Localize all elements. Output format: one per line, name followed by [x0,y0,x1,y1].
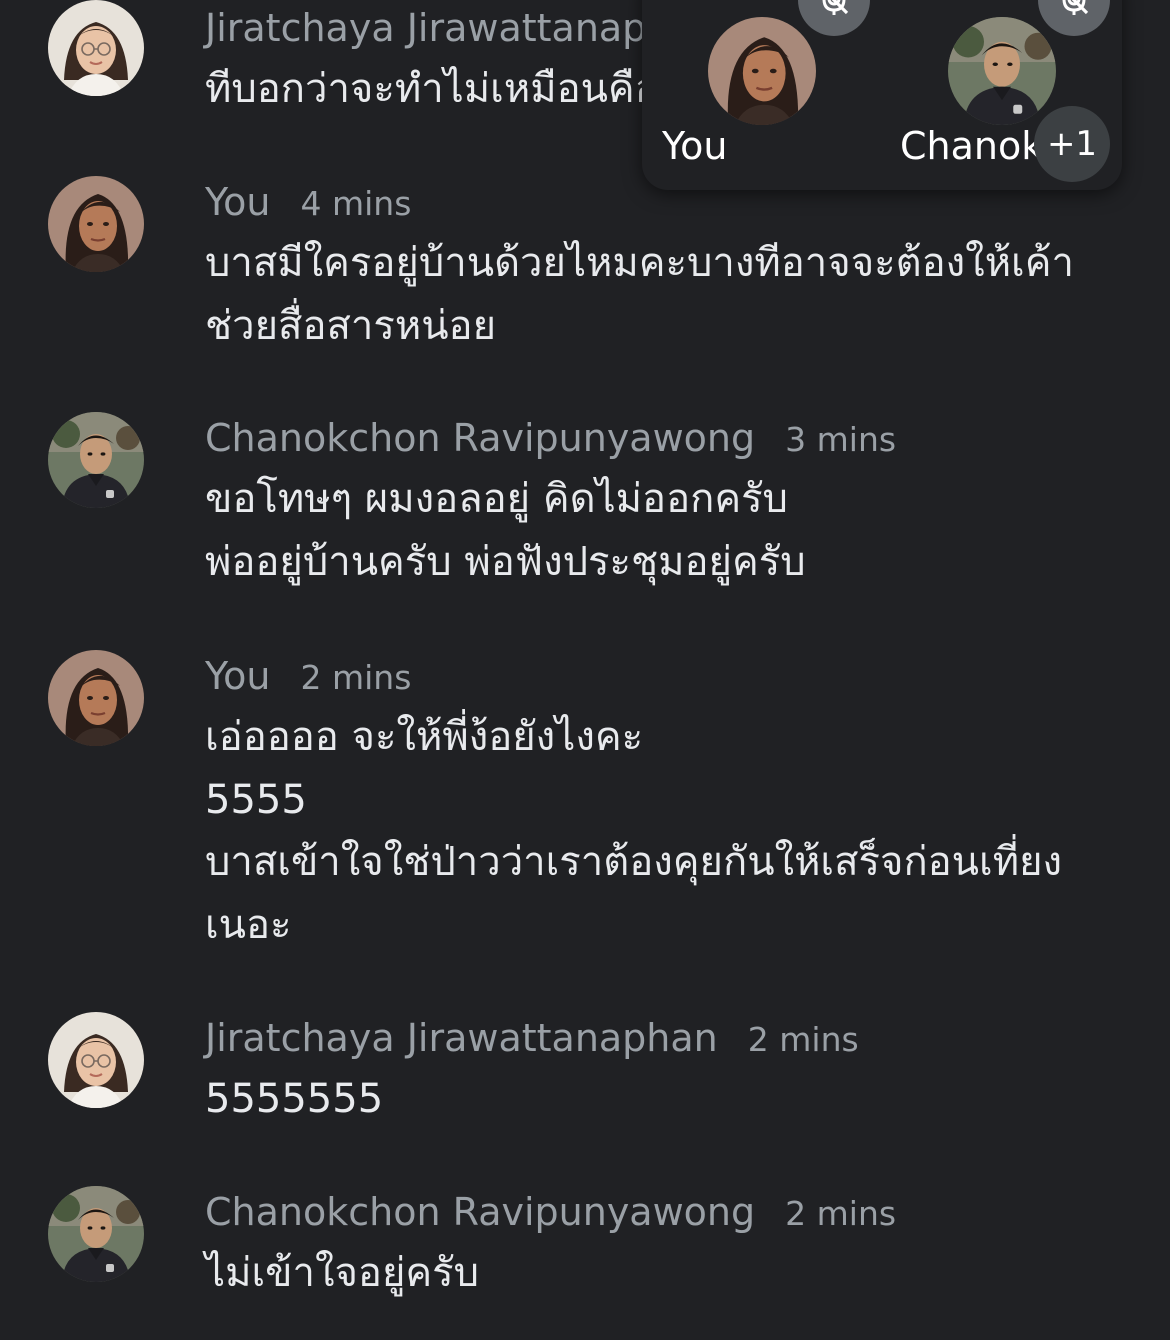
message-text: ขอโทษๆ ผมงอลอยู่ คิดไม่ออกครับ พ่ออยู่บ้… [205,468,1105,593]
sender-name: You [205,654,271,698]
message-line: เอ่ออออ จะให้พี่ง้อยังไงคะ [205,714,644,760]
participant-avatar [708,17,816,125]
message-text: บาสมีใครอยู่บ้านด้วยไหมคะบางทีอาจจะต้องใ… [205,232,1105,357]
participant-name: Chanokchon [900,124,1042,168]
sender-name: Chanokchon Ravipunyawong [205,1190,756,1234]
message-time: 2 mins [747,1020,859,1059]
message-time: 2 mins [785,1194,897,1233]
message-line: 5555555 [205,1076,384,1122]
avatar [48,0,144,96]
mute-badge [1038,0,1110,36]
participant-avatar [948,17,1056,125]
message-time: 3 mins [785,420,897,459]
sender-name: You [205,180,271,224]
avatar [48,176,144,272]
sender-name: Chanokchon Ravipunyawong [205,416,756,460]
message-header: Jiratchaya Jirawattanaphan 2 mins [205,1010,859,1066]
mic-off-icon [1056,0,1092,18]
avatar [48,1012,144,1108]
message-header: You 2 mins [205,648,411,704]
message-header: Chanokchon Ravipunyawong 2 mins [205,1184,896,1240]
message-text: ไม่เข้าใจอยู่ครับ [205,1242,1105,1305]
message-line: ช่วยสื่อสารหน่อย [205,302,497,349]
message-line: ขอโทษๆ ผมงอลอยู่ คิดไม่ออกครับ [205,476,788,522]
participant-name: You [662,124,728,168]
avatar [48,1186,144,1282]
message-line: เนอะ [205,901,292,948]
mute-badge [798,0,870,36]
sender-name: Jiratchaya Jirawattanaphan [205,6,718,50]
message-text: 5555555 [205,1068,1105,1131]
avatar [48,412,144,508]
message-time: 2 mins [300,658,412,697]
message-header: Chanokchon Ravipunyawong 3 mins [205,410,896,466]
message-line: บาสเข้าใจใช่ป่าวว่าเราต้องคุยกันให้เสร็จ… [205,839,1063,885]
mic-off-icon [816,0,852,18]
message-line: 5555 [205,776,307,823]
message-line: ไม่เข้าใจอยู่ครับ [205,1250,480,1296]
avatar [48,650,144,746]
participants-overlay[interactable]: You Chanokchon +1 [642,0,1122,190]
more-participants-button[interactable]: +1 [1034,106,1110,182]
chat-message-list[interactable]: Jiratchaya Jirawattanaphan ทีบอกว่าจะทำไ… [0,0,1170,1340]
message-time: 4 mins [300,184,412,223]
message-line: พ่ออยู่บ้านครับ พ่อฟังประชุมอยู่ครับ [205,538,806,585]
message-header: You 4 mins [205,174,411,230]
sender-name: Jiratchaya Jirawattanaphan [205,1016,718,1060]
message-text: เอ่ออออ จะให้พี่ง้อยังไงคะ 5555 บาสเข้าใ… [205,706,1105,956]
message-line: บาสมีใครอยู่บ้านด้วยไหมคะบางทีอาจจะต้องใ… [205,240,1074,286]
